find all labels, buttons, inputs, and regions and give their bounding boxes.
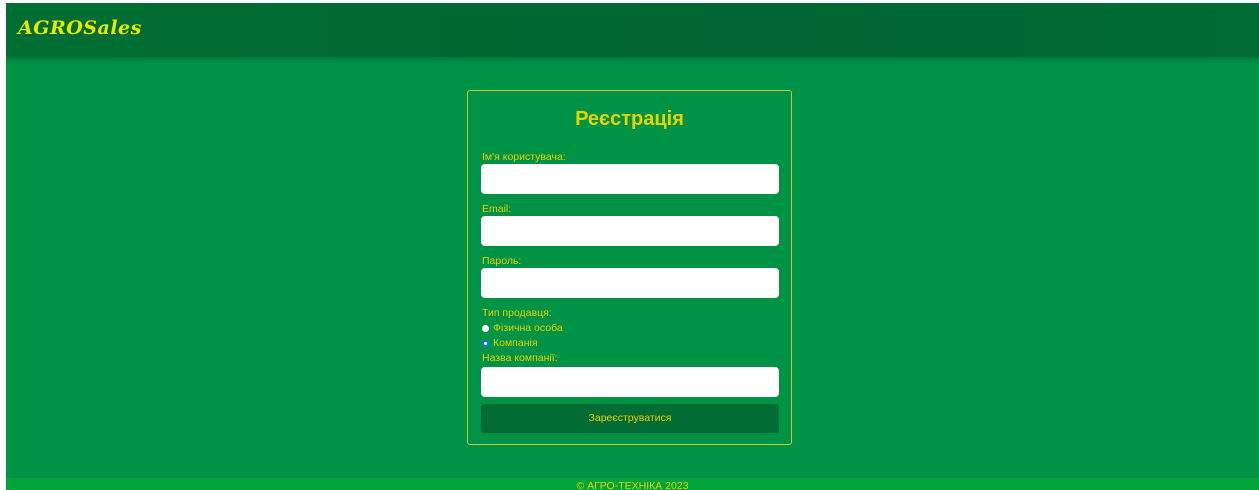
radio-individual-button[interactable] <box>482 324 489 332</box>
registration-form: Реєстрація Ім'я користувача: Email: Паро… <box>467 90 792 445</box>
radio-individual-label: Фізична особа <box>493 322 563 334</box>
seller-type-label: Тип продавця: <box>482 307 552 319</box>
password-input[interactable] <box>481 268 779 298</box>
username-input[interactable] <box>481 164 779 194</box>
radio-company[interactable]: Компанія <box>482 337 538 349</box>
register-button[interactable]: Зареєструватися <box>481 404 779 433</box>
email-input[interactable] <box>481 216 779 246</box>
username-label: Ім'я користувача: <box>482 151 566 163</box>
radio-company-button[interactable] <box>482 339 489 347</box>
page: AGROSales Реєстрація Ім'я користувача: E… <box>6 3 1259 490</box>
password-label: Пароль: <box>482 255 522 267</box>
footer: © АГРО-ТЕХНІКА 2023 <box>6 478 1259 490</box>
radio-company-label: Компанія <box>493 337 538 349</box>
logo[interactable]: AGROSales <box>18 17 142 39</box>
radio-individual[interactable]: Фізична особа <box>482 322 563 334</box>
form-title: Реєстрація <box>575 108 684 130</box>
company-name-label: Назва компанії: <box>482 352 558 364</box>
navbar: AGROSales <box>6 3 1259 57</box>
company-name-input[interactable] <box>481 367 779 397</box>
email-label: Email: <box>482 203 512 215</box>
